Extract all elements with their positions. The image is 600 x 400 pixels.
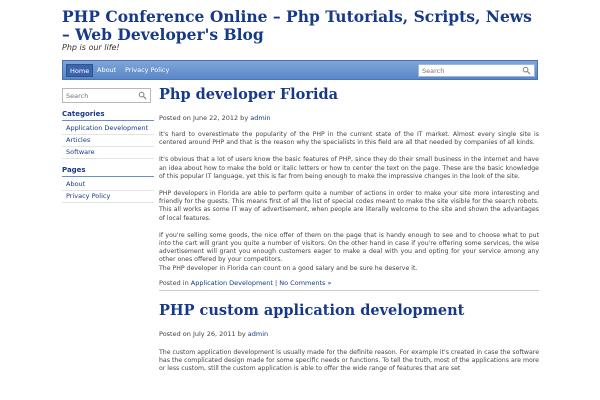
nav-item-privacy-policy[interactable]: Privacy Policy (122, 64, 172, 77)
sidebar-search-input[interactable] (63, 90, 163, 101)
post-paragraph: The custom application development is us… (159, 348, 539, 373)
post: PHP custom application development Poste… (159, 302, 539, 374)
post-author-link[interactable]: admin (248, 330, 268, 338)
header-search-box (418, 64, 535, 77)
category-link-articles[interactable]: Articles (62, 135, 154, 147)
post-author-link[interactable]: admin (250, 114, 270, 122)
nav-item-home[interactable]: Home (66, 64, 94, 77)
post-paragraph: PHP developers in Florida are able to pe… (159, 190, 539, 222)
sidebar: Categories Application Development Artic… (62, 88, 163, 203)
post-body: It's hard to overestimate the popularity… (159, 131, 539, 273)
post-comments-link[interactable]: No Comments » (279, 279, 331, 287)
post-footer-label: Posted in (159, 278, 191, 287)
nav-bar: Home About Privacy Policy (62, 60, 538, 80)
post-paragraph: It's obvious that a lot of users know th… (159, 156, 539, 180)
category-link-software[interactable]: Software (62, 147, 154, 159)
main-content: Php developer Florida Posted on June 22,… (159, 86, 539, 373)
pages-heading: Pages (62, 166, 154, 177)
nav-item-about[interactable]: About (94, 64, 119, 77)
categories-list: Application Development Articles Softwar… (62, 123, 154, 159)
sidebar-search-box (62, 88, 163, 103)
post-meta: Posted on June 22, 2012 by admin (159, 114, 539, 122)
search-icon[interactable] (138, 91, 147, 100)
post-footer: Posted in Application Development | No C… (159, 279, 539, 291)
post: Php developer Florida Posted on June 22,… (159, 86, 539, 291)
post-meta: Posted on July 26, 2011 by admin (159, 330, 539, 338)
post-date: Posted on June 22, 2012 by (159, 114, 251, 122)
header-search-input[interactable] (419, 65, 519, 76)
site-title[interactable]: PHP Conference Online – Php Tutorials, S… (62, 8, 532, 44)
page: PHP Conference Online – Php Tutorials, S… (0, 0, 600, 400)
category-link-application-development[interactable]: Application Development (62, 123, 154, 135)
post-date: Posted on July 26, 2011 by (159, 329, 248, 338)
site-tagline: Php is our life! (62, 43, 120, 52)
categories-heading: Categories (62, 110, 154, 121)
page-link-privacy-policy[interactable]: Privacy Policy (62, 191, 154, 203)
search-icon[interactable] (522, 66, 531, 75)
post-body: The custom application development is us… (159, 349, 539, 374)
post-title[interactable]: Php developer Florida (159, 86, 539, 104)
page-link-about[interactable]: About (62, 179, 154, 191)
post-title[interactable]: PHP custom application development (159, 302, 539, 320)
post-paragraph: If you're selling some goods, the nice o… (159, 231, 539, 264)
pages-list: About Privacy Policy (62, 179, 154, 203)
post-paragraph: The PHP developer in Florida can count o… (159, 264, 418, 272)
post-category-link[interactable]: Application Development (191, 279, 273, 287)
post-paragraph: It's hard to overestimate the popularity… (159, 131, 539, 147)
